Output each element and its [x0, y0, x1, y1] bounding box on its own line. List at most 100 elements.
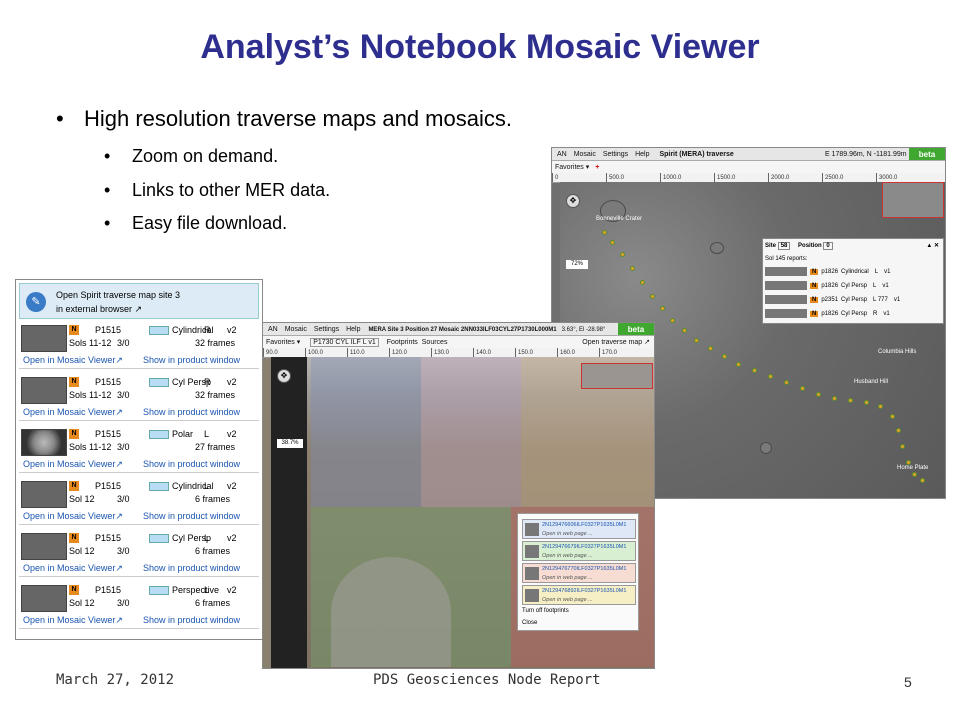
- open-in-mosaic-viewer-link[interactable]: Open in Mosaic Viewer↗: [23, 563, 123, 574]
- open-in-web-page-link[interactable]: Open in web page ...: [542, 575, 593, 581]
- panel-controls-icon[interactable]: ▲ ✕: [926, 240, 939, 253]
- open-traverse-map-link[interactable]: ✎ Open Spirit traverse map site 3 in ext…: [19, 283, 259, 319]
- site-row[interactable]: Np2351 Cyl Persp L 777 v1: [765, 294, 941, 307]
- crater: [710, 242, 724, 254]
- footprint-row[interactable]: 2N129476770ILF0327P1635L0M1 Open in web p…: [522, 563, 636, 583]
- footprint-row[interactable]: 2N129476606ILF0327P1635L0M1 Open in web p…: [522, 519, 636, 539]
- pan-control-icon[interactable]: ✥: [566, 194, 580, 208]
- site-row-proj: Cyl Persp: [841, 283, 868, 289]
- footprints-button[interactable]: Footprints: [387, 339, 418, 346]
- menu-an[interactable]: AN: [268, 326, 278, 333]
- favorites-dropdown[interactable]: Favorites ▾: [266, 339, 300, 346]
- footprint-row[interactable]: 2N129476892ILF0327P1635L0M1 Open in web p…: [522, 585, 636, 605]
- eye: R: [204, 377, 211, 387]
- product-id: P1515: [95, 429, 122, 439]
- sub-bullet: • Easy file download.: [104, 213, 287, 234]
- show-in-product-window-link[interactable]: Show in product window: [143, 459, 240, 469]
- show-in-product-window-link[interactable]: Show in product window: [143, 563, 240, 573]
- traverse-point: [694, 338, 699, 343]
- site-row-thumbnail: [765, 266, 807, 276]
- open-in-mosaic-viewer-link[interactable]: Open in Mosaic Viewer↗: [23, 511, 123, 522]
- open-in-web-page-link[interactable]: Open in web page ...: [542, 531, 593, 537]
- traverse-point: [848, 398, 853, 403]
- menu-help[interactable]: Help: [346, 326, 360, 333]
- traverse-point: [864, 400, 869, 405]
- n-badge-icon: N: [69, 585, 79, 595]
- open-in-web-page-link[interactable]: Open in web page ...: [542, 597, 593, 603]
- site-value[interactable]: 58: [777, 242, 791, 250]
- open-in-mosaic-viewer-link[interactable]: Open in Mosaic Viewer↗: [23, 355, 123, 366]
- product-thumbnail[interactable]: [21, 325, 67, 352]
- open-in-mosaic-viewer-link[interactable]: Open in Mosaic Viewer↗: [23, 459, 123, 470]
- menu-mosaic[interactable]: Mosaic: [574, 151, 596, 158]
- show-in-product-window-link[interactable]: Show in product window: [143, 615, 240, 625]
- traverse-point: [768, 374, 773, 379]
- n-badge-icon: N: [69, 429, 79, 439]
- product-row: N P1515 Cyl Persp Rv2 Sols 11-12 3/0 32 frames…: [19, 374, 259, 421]
- open-in-web-page-link[interactable]: Open in web page ...: [542, 553, 593, 559]
- footprint-row[interactable]: 2N129476679ILF0327P1635L0M1 Open in web p…: [522, 541, 636, 561]
- menu-mosaic[interactable]: Mosaic: [285, 326, 307, 333]
- traverse-point: [722, 354, 727, 359]
- position-value[interactable]: 0: [823, 242, 833, 250]
- add-favorite-button[interactable]: +: [595, 164, 599, 171]
- site-row-id: p2351: [821, 297, 839, 303]
- traverse-point: [708, 346, 713, 351]
- menu-settings[interactable]: Settings: [314, 326, 339, 333]
- product-select[interactable]: P1730 CYL ILF L v1: [310, 338, 379, 347]
- footprint-name[interactable]: 2N129476606ILF0327P1635L0M1: [542, 522, 626, 528]
- product-thumbnail[interactable]: [21, 429, 67, 456]
- site-row-id: p1826: [821, 269, 839, 275]
- footprint-name[interactable]: 2N129476892ILF0327P1635L0M1: [542, 588, 626, 594]
- show-in-product-window-link[interactable]: Show in product window: [143, 355, 240, 365]
- site-row[interactable]: Np1826 Cyl Persp Lv1: [765, 280, 941, 293]
- site-row-proj: Cyl Persp: [841, 297, 868, 303]
- footprint-name[interactable]: 2N129476679ILF0327P1635L0M1: [542, 544, 626, 550]
- open-in-mosaic-viewer-link[interactable]: Open in Mosaic Viewer↗: [23, 407, 123, 418]
- product-thumbnail[interactable]: [21, 533, 67, 560]
- n-badge-icon: N: [810, 311, 819, 317]
- traverse-point: [620, 252, 625, 257]
- close-button[interactable]: Close: [522, 620, 537, 626]
- fraction: 3/0: [117, 338, 130, 348]
- menu-settings[interactable]: Settings: [603, 151, 628, 158]
- sources-button[interactable]: Sources: [422, 339, 448, 346]
- pan-control-icon[interactable]: ✥: [277, 369, 291, 383]
- site-row-proj: Cyl Persp: [841, 311, 868, 317]
- footprint-thumbnail: [525, 589, 539, 602]
- menu-help[interactable]: Help: [635, 151, 649, 158]
- overview-inset[interactable]: [882, 182, 944, 218]
- label-husband-hill: Husband Hill: [854, 379, 889, 385]
- favorites-dropdown[interactable]: Favorites ▾: [555, 164, 589, 171]
- projection-label: Perspective: [172, 585, 220, 595]
- mosaic-overview-inset[interactable]: [581, 363, 653, 389]
- show-in-product-window-link[interactable]: Show in product window: [143, 511, 240, 521]
- fraction: 3/0: [117, 390, 130, 400]
- frames: 32 frames: [195, 390, 236, 400]
- site-row[interactable]: Np1826 Cyl Persp Rv1: [765, 308, 941, 321]
- product-id: P1515: [95, 533, 122, 543]
- open-map-line1: Open Spirit traverse map site 3: [56, 290, 181, 300]
- product-thumbnail[interactable]: [21, 481, 67, 508]
- site-panel-header: Site 58 Position 0 ▲ ✕: [765, 240, 941, 253]
- fraction: 3/0: [117, 598, 130, 608]
- traverse-point: [682, 328, 687, 333]
- slide-title: Analyst’s Notebook Mosaic Viewer: [200, 28, 760, 66]
- eye: L: [204, 533, 210, 543]
- show-in-product-window-link[interactable]: Show in product window: [143, 407, 240, 417]
- product-thumbnail[interactable]: [21, 377, 67, 404]
- menu-an[interactable]: AN: [557, 151, 567, 158]
- product-row: N P1515 Cylindrical Rv2 Sols 11-12 3/0 32 fram…: [19, 322, 259, 369]
- site-row[interactable]: Np1826 Cylindrical Lv1: [765, 266, 941, 279]
- product-id: P1515: [95, 585, 122, 595]
- traverse-point: [912, 472, 917, 477]
- site-row-version: v1: [884, 269, 891, 275]
- open-map-line2: in external browser ↗: [56, 304, 143, 314]
- open-in-mosaic-viewer-link[interactable]: Open in Mosaic Viewer↗: [23, 615, 123, 626]
- traverse-point: [602, 230, 607, 235]
- product-thumbnail[interactable]: [21, 585, 67, 612]
- n-badge-icon: N: [69, 377, 79, 387]
- footprint-name[interactable]: 2N129476770ILF0327P1635L0M1: [542, 566, 626, 572]
- turn-off-footprints[interactable]: Turn off footprints: [522, 608, 569, 614]
- sub-bullet-text: Links to other MER data.: [132, 180, 331, 200]
